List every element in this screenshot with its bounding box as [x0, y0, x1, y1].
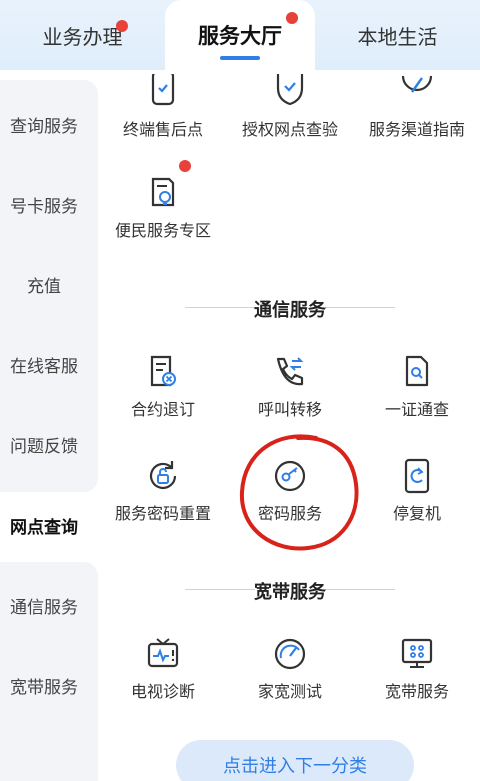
tab-service-hall-label: 服务大厅 — [198, 24, 282, 48]
sidebar-item-sim-card[interactable]: 号卡服务 — [0, 192, 88, 217]
service-broadband[interactable]: 宽带服务 — [354, 636, 480, 702]
service-label: 便民服务专区 — [114, 221, 211, 240]
service-label: 电视诊断 — [130, 682, 195, 701]
notification-dot — [116, 20, 128, 32]
id-search-icon — [405, 355, 429, 387]
service-label: 宽带服务 — [384, 682, 449, 701]
service-label: 呼叫转移 — [257, 400, 322, 419]
speed-gauge-icon — [274, 638, 306, 670]
annotation-circle — [239, 434, 359, 551]
sidebar-item-recharge[interactable]: 充值 — [0, 272, 88, 297]
service-home-broadband-test[interactable]: 家宽测试 — [227, 636, 353, 702]
service-convenience-zone[interactable]: 便民服务专区 — [100, 175, 226, 241]
next-category-button[interactable]: 点击进入下一分类 — [176, 740, 414, 781]
device-repair-icon — [151, 74, 175, 106]
sidebar-item-feedback[interactable]: 问题反馈 — [0, 432, 88, 457]
tab-business[interactable]: 业务办理 — [0, 0, 165, 70]
service-outlet-verify[interactable]: 授权网点查验 — [227, 74, 353, 140]
service-label: 合约退订 — [130, 400, 195, 419]
service-password-reset[interactable]: 服务密码重置 — [100, 458, 226, 524]
lock-reset-icon — [149, 461, 177, 489]
service-contract-cancel[interactable]: 合约退订 — [100, 354, 226, 420]
sidebar-item-outlet-query[interactable]: 网点查询 — [0, 513, 88, 538]
sidebar-item-query[interactable]: 查询服务 — [0, 112, 88, 137]
shield-check-icon — [276, 74, 304, 106]
top-tab-bar: 业务办理 服务大厅 本地生活 — [0, 0, 480, 70]
contract-cancel-icon — [150, 355, 176, 387]
sidebar-item-telecom[interactable]: 通信服务 — [0, 593, 88, 618]
section-title-broadband: 宽带服务 — [254, 582, 326, 603]
tv-diagnose-icon — [147, 638, 179, 668]
category-sidebar: 查询服务 号卡服务 充值 在线客服 问题反馈 网点查询 通信服务 宽带服务 — [0, 70, 100, 781]
service-id-check[interactable]: 一证通查 — [354, 354, 480, 420]
lightbulb-document-icon — [151, 177, 175, 207]
phone-transfer-icon — [276, 357, 304, 386]
service-label: 家宽测试 — [257, 682, 322, 701]
compass-icon — [401, 75, 433, 93]
notification-dot — [179, 160, 191, 172]
service-call-forward[interactable]: 呼叫转移 — [227, 354, 353, 420]
active-tab-indicator — [220, 56, 260, 60]
service-tv-diagnose[interactable]: 电视诊断 — [100, 636, 226, 702]
service-label: 服务渠道指南 — [368, 120, 465, 139]
tab-local-life[interactable]: 本地生活 — [315, 0, 480, 70]
service-suspend-resume[interactable]: 停复机 — [354, 458, 480, 524]
sidebar-item-broadband[interactable]: 宽带服务 — [0, 673, 88, 698]
service-channel-guide[interactable]: 服务渠道指南 — [354, 74, 480, 140]
service-label: 服务密码重置 — [114, 504, 211, 523]
tab-business-label: 业务办理 — [42, 24, 123, 49]
router-icon — [401, 638, 433, 668]
notification-dot — [286, 12, 298, 24]
service-device-repair[interactable]: 终端售后点 — [100, 74, 226, 140]
service-label: 一证通查 — [384, 400, 449, 419]
phone-suspend-icon — [404, 458, 430, 494]
sidebar-item-online-support[interactable]: 在线客服 — [0, 352, 88, 377]
service-label: 终端售后点 — [122, 120, 203, 139]
service-label: 授权网点查验 — [241, 120, 338, 139]
service-label: 停复机 — [392, 504, 441, 523]
section-title-telecom: 通信服务 — [254, 300, 326, 321]
tab-local-life-label: 本地生活 — [357, 24, 438, 49]
service-content: 终端售后点 授权网点查验 服务渠道指南 便民服务专区 通信服务 合约退订 呼叫转… — [100, 70, 480, 781]
